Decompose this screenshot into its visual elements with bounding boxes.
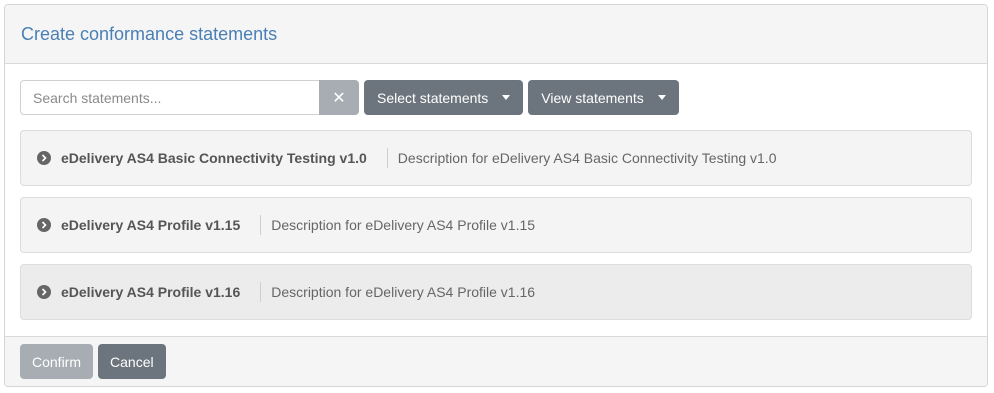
chevron-right-circle-icon[interactable] (37, 151, 51, 165)
modal-footer: Confirm Cancel (5, 336, 987, 386)
cancel-button[interactable]: Cancel (98, 344, 166, 379)
view-statements-label: View statements (541, 89, 644, 106)
select-statements-dropdown[interactable]: Select statements (364, 80, 524, 115)
statement-item[interactable]: eDelivery AS4 Basic Connectivity Testing… (20, 130, 972, 186)
statement-list: eDelivery AS4 Basic Connectivity Testing… (20, 130, 972, 320)
clear-search-button[interactable]: ✕ (319, 80, 359, 115)
search-input[interactable] (20, 80, 319, 115)
chevron-right-circle-icon[interactable] (37, 218, 51, 232)
view-statements-dropdown[interactable]: View statements (528, 80, 679, 115)
select-statements-label: Select statements (377, 89, 489, 106)
statement-item[interactable]: eDelivery AS4 Profile v1.15 Description … (20, 197, 972, 253)
caret-down-icon (657, 95, 666, 100)
confirm-button[interactable]: Confirm (20, 344, 94, 379)
modal-body: ✕ Select statements View statements eDel… (5, 64, 987, 337)
toolbar: ✕ Select statements View statements (20, 80, 972, 115)
search-group: ✕ (20, 80, 359, 115)
modal-header: Create conformance statements (5, 5, 987, 64)
statement-name: eDelivery AS4 Basic Connectivity Testing… (61, 148, 388, 168)
statement-description: Description for eDelivery AS4 Basic Conn… (397, 150, 777, 166)
chevron-right-circle-icon[interactable] (37, 285, 51, 299)
caret-down-icon (502, 95, 511, 100)
statement-description: Description for eDelivery AS4 Profile v1… (271, 284, 536, 300)
statement-item[interactable]: eDelivery AS4 Profile v1.16 Description … (20, 264, 972, 320)
statement-description: Description for eDelivery AS4 Profile v1… (271, 217, 536, 233)
modal-title: Create conformance statements (21, 23, 278, 44)
create-statements-modal: Create conformance statements ✕ Select s… (4, 4, 988, 387)
statement-name: eDelivery AS4 Profile v1.15 (61, 215, 262, 235)
close-icon: ✕ (332, 89, 346, 107)
statement-name: eDelivery AS4 Profile v1.16 (61, 282, 262, 302)
